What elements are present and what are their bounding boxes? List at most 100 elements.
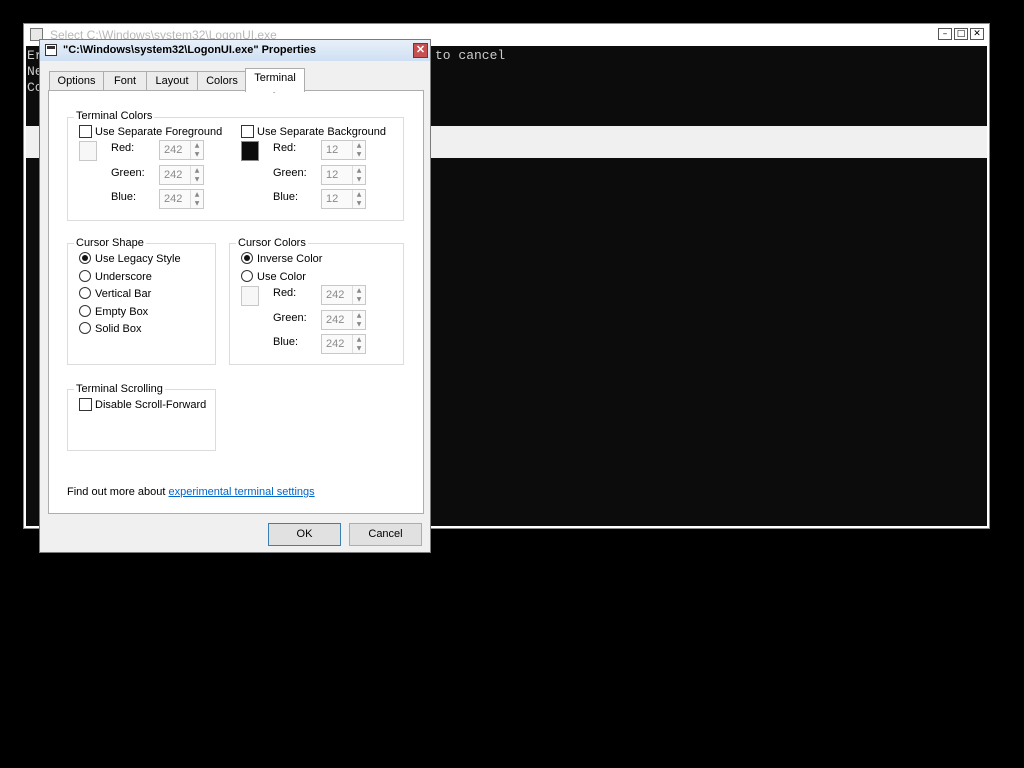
dialog-title: "C:\Windows\system32\LogonUI.exe" Proper… (63, 44, 316, 56)
cursor-use-color-label: Use Color (257, 271, 306, 283)
bg-green-value: 12 (326, 169, 339, 181)
cursor-green-label: Green: (273, 312, 307, 324)
chevron-up-icon[interactable]: ▲ (191, 166, 203, 175)
chevron-down-icon[interactable]: ▼ (191, 150, 203, 159)
tab-colors[interactable]: Colors (197, 71, 247, 91)
fg-green-label: Green: (111, 167, 145, 179)
bg-blue-value: 12 (326, 193, 339, 205)
chevron-up-icon[interactable]: ▲ (353, 286, 365, 295)
chevron-down-icon[interactable]: ▼ (191, 199, 203, 208)
cursor-vertical-bar-label: Vertical Bar (95, 288, 152, 300)
close-icon[interactable]: ✕ (413, 43, 428, 58)
tab-options[interactable]: Options (49, 71, 104, 91)
chevron-up-icon[interactable]: ▲ (353, 166, 365, 175)
footer-text: Find out more about experimental termina… (67, 486, 315, 498)
cursor-blue-label: Blue: (273, 336, 299, 348)
properties-dialog: "C:\Windows\system32\LogonUI.exe" Proper… (39, 39, 431, 553)
cursor-shape-label: Cursor Shape (74, 237, 146, 249)
tab-terminal[interactable]: Terminal (245, 68, 305, 92)
separate-foreground-checkbox[interactable] (79, 125, 92, 138)
bg-green-label: Green: (273, 167, 307, 179)
cancel-button[interactable]: Cancel (349, 523, 422, 546)
bg-red-stepper[interactable]: 12 ▲ ▼ (321, 140, 366, 160)
cursor-green-value: 242 (326, 314, 345, 326)
minimize-icon[interactable]: – (938, 28, 952, 40)
fg-blue-value: 242 (164, 193, 183, 205)
disable-scroll-forward-label: Disable Scroll-Forward (95, 399, 207, 411)
fg-blue-label: Blue: (111, 191, 137, 203)
chevron-up-icon[interactable]: ▲ (191, 190, 203, 199)
cursor-red-stepper[interactable]: 242 ▲ ▼ (321, 285, 366, 305)
fg-red-label: Red: (111, 142, 135, 154)
cursor-red-value: 242 (326, 289, 345, 301)
bg-green-stepper[interactable]: 12 ▲ ▼ (321, 165, 366, 185)
separate-foreground-label: Use Separate Foreground (95, 126, 223, 138)
cursor-color-swatch (241, 286, 259, 306)
chevron-down-icon[interactable]: ▼ (353, 320, 365, 329)
foreground-color-swatch (79, 141, 97, 161)
stepper-buttons[interactable]: ▲ ▼ (352, 335, 365, 353)
fg-green-value: 242 (164, 169, 183, 181)
separate-background-label: Use Separate Background (257, 126, 387, 138)
bg-blue-stepper[interactable]: 12 ▲ ▼ (321, 189, 366, 209)
chevron-up-icon[interactable]: ▲ (191, 141, 203, 150)
experimental-settings-link[interactable]: experimental terminal settings (169, 486, 315, 498)
chevron-up-icon[interactable]: ▲ (353, 311, 365, 320)
tab-font[interactable]: Font (103, 71, 147, 91)
terminal-colors-label: Terminal Colors (74, 110, 155, 122)
cursor-colors-label: Cursor Colors (236, 237, 308, 249)
cursor-vertical-bar-radio[interactable] (79, 287, 91, 299)
cursor-underscore-label: Underscore (95, 271, 152, 283)
close-icon[interactable]: ✕ (970, 28, 984, 40)
cursor-use-color-radio[interactable] (241, 270, 253, 282)
cursor-solid-box-radio[interactable] (79, 322, 91, 334)
cursor-solid-box-label: Solid Box (95, 323, 142, 335)
console-line-1-end: to cancel (435, 48, 506, 63)
stepper-buttons[interactable]: ▲ ▼ (352, 141, 365, 159)
chevron-down-icon[interactable]: ▼ (353, 199, 365, 208)
chevron-down-icon[interactable]: ▼ (353, 344, 365, 353)
stepper-buttons[interactable]: ▲ ▼ (352, 190, 365, 208)
stepper-buttons[interactable]: ▲ ▼ (352, 286, 365, 304)
cursor-blue-value: 242 (326, 338, 345, 350)
separate-background-checkbox[interactable] (241, 125, 254, 138)
bg-red-label: Red: (273, 142, 297, 154)
cursor-underscore-radio[interactable] (79, 270, 91, 282)
stepper-buttons[interactable]: ▲ ▼ (190, 141, 203, 159)
fg-blue-stepper[interactable]: 242 ▲ ▼ (159, 189, 204, 209)
maximize-icon[interactable]: □ (954, 28, 968, 40)
fg-red-stepper[interactable]: 242 ▲ ▼ (159, 140, 204, 160)
console-app-icon (45, 44, 57, 56)
chevron-up-icon[interactable]: ▲ (353, 141, 365, 150)
cursor-empty-box-radio[interactable] (79, 305, 91, 317)
stepper-buttons[interactable]: ▲ ▼ (352, 311, 365, 329)
chevron-down-icon[interactable]: ▼ (353, 295, 365, 304)
cursor-legacy-label: Use Legacy Style (95, 253, 181, 265)
chevron-down-icon[interactable]: ▼ (353, 150, 365, 159)
bg-red-value: 12 (326, 144, 339, 156)
cursor-green-stepper[interactable]: 242 ▲ ▼ (321, 310, 366, 330)
cursor-legacy-radio[interactable] (79, 252, 91, 264)
chevron-up-icon[interactable]: ▲ (353, 190, 365, 199)
disable-scroll-forward-checkbox[interactable] (79, 398, 92, 411)
cursor-blue-stepper[interactable]: 242 ▲ ▼ (321, 334, 366, 354)
ok-button[interactable]: OK (268, 523, 341, 546)
cursor-empty-box-label: Empty Box (95, 306, 149, 318)
fg-red-value: 242 (164, 144, 183, 156)
background-color-swatch (241, 141, 259, 161)
cursor-inverse-color-radio[interactable] (241, 252, 253, 264)
dialog-title-bar[interactable]: "C:\Windows\system32\LogonUI.exe" Proper… (40, 40, 430, 61)
chevron-down-icon[interactable]: ▼ (191, 175, 203, 184)
terminal-tab-panel: Terminal Colors Use Separate Foreground … (48, 90, 424, 514)
chevron-down-icon[interactable]: ▼ (353, 175, 365, 184)
stepper-buttons[interactable]: ▲ ▼ (352, 166, 365, 184)
cursor-inverse-color-label: Inverse Color (257, 253, 323, 265)
terminal-scrolling-label: Terminal Scrolling (74, 383, 165, 395)
fg-green-stepper[interactable]: 242 ▲ ▼ (159, 165, 204, 185)
chevron-up-icon[interactable]: ▲ (353, 335, 365, 344)
cursor-red-label: Red: (273, 287, 297, 299)
stepper-buttons[interactable]: ▲ ▼ (190, 190, 203, 208)
tab-layout[interactable]: Layout (146, 71, 198, 91)
stepper-buttons[interactable]: ▲ ▼ (190, 166, 203, 184)
bg-blue-label: Blue: (273, 191, 299, 203)
